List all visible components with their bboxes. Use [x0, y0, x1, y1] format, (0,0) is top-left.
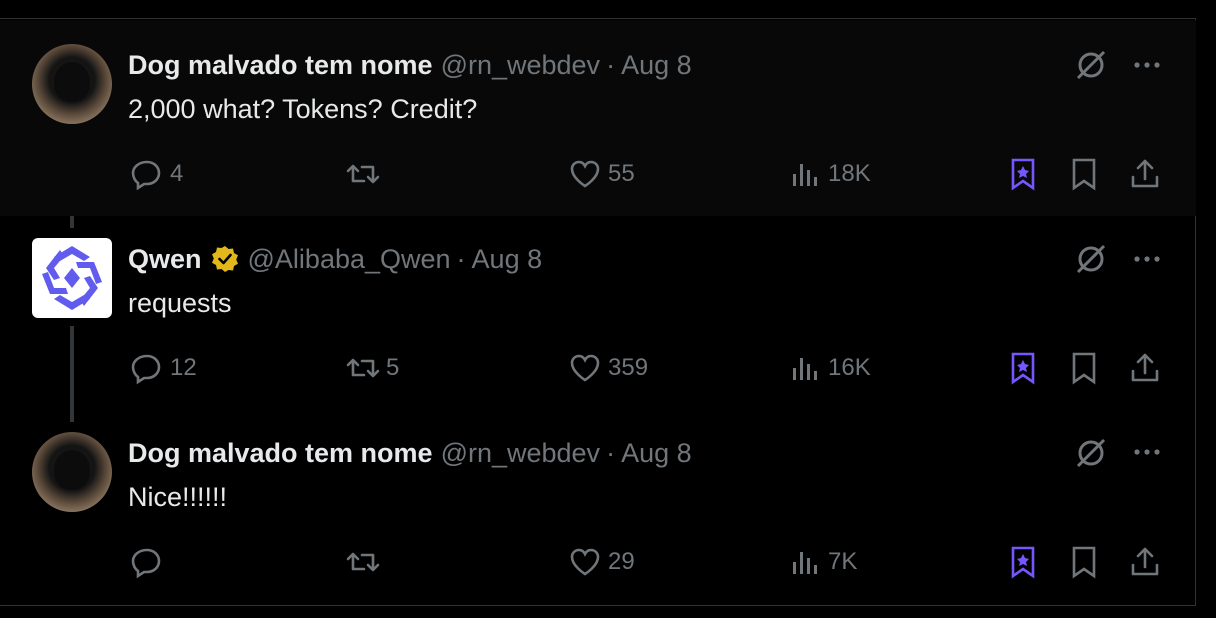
share-button[interactable]: [1126, 348, 1164, 388]
user-handle[interactable]: @rn_webdev: [441, 48, 601, 82]
bookmark-button[interactable]: [1065, 348, 1103, 388]
reply-button[interactable]: [128, 542, 170, 582]
grok-bookmark-icon: [1011, 546, 1035, 579]
retweet-icon: [346, 552, 380, 572]
views-button[interactable]: 16K: [786, 348, 871, 388]
retweet-icon: [346, 358, 380, 378]
share-icon: [1131, 159, 1159, 188]
tweet-actions: 4 55 18K: [128, 154, 1168, 194]
tweet[interactable]: Dog malvado tem nome @rn_webdev · Aug 8 …: [0, 411, 1196, 605]
separator: ·: [456, 244, 466, 274]
like-icon: [570, 354, 600, 382]
qwen-logo-icon: [42, 246, 102, 310]
retweet-button[interactable]: [344, 154, 386, 194]
share-button[interactable]: [1126, 154, 1164, 194]
share-icon: [1131, 547, 1159, 576]
like-icon: [570, 548, 600, 576]
grok-bookmark-button[interactable]: [1004, 348, 1042, 388]
tweet-actions: 12 5 359 16K: [128, 348, 1168, 388]
grok-icon[interactable]: [1073, 435, 1109, 471]
user-handle[interactable]: @rn_webdev: [441, 436, 601, 470]
reply-icon: [131, 160, 161, 191]
separator: ·: [606, 50, 616, 80]
tweet-actions: 29 7K: [128, 542, 1168, 582]
grok-bookmark-button[interactable]: [1004, 542, 1042, 582]
views-icon: [793, 552, 817, 574]
tweet-text: requests: [128, 288, 232, 318]
avatar[interactable]: [32, 432, 112, 512]
display-name[interactable]: Qwen: [128, 242, 202, 276]
retweet-button[interactable]: [344, 542, 386, 582]
like-count: 359: [608, 354, 649, 381]
reply-count: 4: [170, 160, 184, 187]
reply-icon: [131, 548, 161, 579]
like-button[interactable]: 359: [566, 348, 648, 388]
reply-count: 12: [170, 354, 197, 381]
bookmark-icon: [1072, 352, 1096, 385]
tweet[interactable]: Dog malvado tem nome @rn_webdev · Aug 8 …: [0, 20, 1196, 216]
grok-bookmark-icon: [1011, 352, 1035, 385]
tweet-text: 2,000 what? Tokens? Credit?: [128, 94, 478, 124]
timestamp[interactable]: Aug 8: [621, 436, 692, 470]
view-count: 7K: [828, 548, 858, 575]
verified-badge-icon[interactable]: [210, 244, 240, 274]
timestamp[interactable]: Aug 8: [472, 242, 543, 276]
retweet-icon: [346, 164, 380, 184]
grok-icon[interactable]: [1073, 241, 1109, 277]
bookmark-icon: [1072, 158, 1096, 191]
like-count: 55: [608, 160, 635, 187]
views-button[interactable]: 18K: [786, 154, 871, 194]
bookmark-button[interactable]: [1065, 154, 1103, 194]
grok-bookmark-icon: [1011, 158, 1035, 191]
tweet-text: Nice!!!!!!: [128, 482, 228, 512]
user-handle[interactable]: @Alibaba_Qwen: [248, 242, 451, 276]
more-icon[interactable]: [1130, 435, 1164, 469]
avatar[interactable]: [32, 238, 112, 318]
tweet-header: Dog malvado tem nome @rn_webdev · Aug 8: [128, 48, 692, 82]
retweet-count: 5: [386, 354, 400, 381]
like-button[interactable]: 55: [566, 154, 635, 194]
reply-button[interactable]: 12: [128, 348, 197, 388]
grok-bookmark-button[interactable]: [1004, 154, 1042, 194]
share-icon: [1131, 353, 1159, 382]
grok-icon[interactable]: [1073, 47, 1109, 83]
tweet[interactable]: Qwen @Alibaba_Qwen · Aug 8 requests 12 5…: [0, 216, 1196, 411]
timestamp[interactable]: Aug 8: [621, 48, 692, 82]
separator: ·: [606, 438, 616, 468]
bookmark-icon: [1072, 546, 1096, 579]
views-icon: [793, 358, 817, 380]
display-name[interactable]: Dog malvado tem nome: [128, 436, 433, 470]
share-button[interactable]: [1126, 542, 1164, 582]
like-count: 29: [608, 548, 635, 575]
bookmark-button[interactable]: [1065, 542, 1103, 582]
reply-icon: [131, 354, 161, 385]
more-icon[interactable]: [1130, 48, 1164, 82]
tweet-header: Qwen @Alibaba_Qwen · Aug 8: [128, 242, 542, 276]
display-name[interactable]: Dog malvado tem nome: [128, 48, 433, 82]
view-count: 16K: [828, 354, 871, 381]
retweet-button[interactable]: 5: [344, 348, 399, 388]
like-button[interactable]: 29: [566, 542, 635, 582]
tweet-header: Dog malvado tem nome @rn_webdev · Aug 8: [128, 436, 692, 470]
avatar[interactable]: [32, 44, 112, 124]
reply-button[interactable]: 4: [128, 154, 183, 194]
like-icon: [570, 160, 600, 188]
more-icon[interactable]: [1130, 242, 1164, 276]
views-button[interactable]: 7K: [786, 542, 857, 582]
view-count: 18K: [828, 160, 871, 187]
views-icon: [793, 164, 817, 186]
